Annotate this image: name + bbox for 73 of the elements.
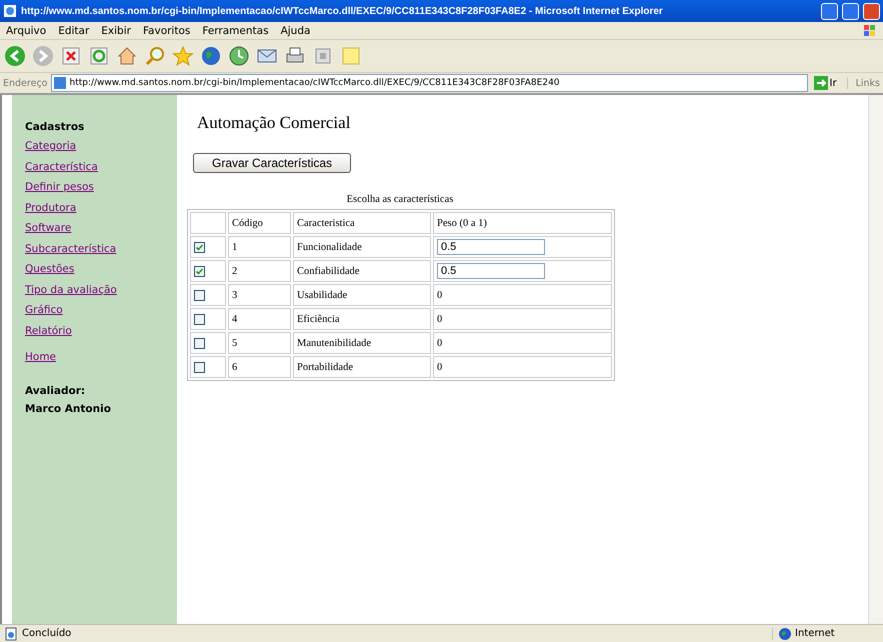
home-icon[interactable] [116,45,138,67]
table-cell: 6 [228,356,291,378]
save-button[interactable]: Gravar Características [193,153,352,173]
sidebar-link[interactable]: Definir pesos [25,177,177,198]
checkbox[interactable] [194,338,205,348]
globe-icon [779,628,791,640]
table-cell: Portabilidade [293,356,431,378]
checkbox[interactable] [194,266,205,276]
table-cell: Eficiência [293,308,431,330]
page-icon [54,77,66,89]
links-label[interactable]: Links [846,78,880,88]
maximize-button[interactable] [842,2,859,20]
table-cell: 0 [433,356,612,378]
sidebar-link[interactable]: Software [25,218,177,238]
checkbox[interactable] [194,362,205,372]
address-field[interactable]: http://www.md.santos.nom.br/cgi-bin/Implementacao/cIWTccMarco.dll/EXEC/9/CC811E343C8F28F03FA8E240 [51,74,808,92]
sidebar-link[interactable]: Relatório [25,320,177,341]
sidebar-link[interactable]: Característica [25,156,177,177]
sidebar-link[interactable]: Questões [25,259,177,280]
menu-item[interactable]: Editar [58,24,90,36]
weight-field[interactable]: 0.5 [437,239,545,255]
status-text: Concluído [22,628,72,639]
sidebar-link[interactable]: Produtora [25,198,177,218]
window-title: http://www.md.santos.nom.br/cgi-bin/Implementacao/cIWTccMarco.dll/EXEC/9/CC811E343C8F28F03FA8E2 - Microsoft Internet Explorer [21,6,664,16]
table-cell: Confiabilidade [293,260,431,282]
go-button[interactable]: Ir [812,76,843,90]
sidebar-link[interactable]: Categoria [25,136,177,156]
column-header: Código [228,212,291,234]
menu-item[interactable]: Favoritos [142,24,190,36]
sidebar-link[interactable]: Gráfico [25,300,177,320]
evaluator-label: Avaliador: [25,384,86,398]
menu-item[interactable]: Exibir [101,24,131,36]
table-cell: 5 [228,332,291,354]
browser-icon [3,4,17,18]
menu-item[interactable]: Ferramentas [202,24,269,36]
history-icon[interactable] [228,45,250,67]
favorites-star-icon[interactable] [172,45,194,67]
table-caption: Escolha as características [346,194,454,205]
menu-item[interactable]: Arquivo [6,24,46,36]
column-header: Caracteristica [293,212,431,234]
menu-item[interactable]: Ajuda [280,24,310,36]
page-title: Automação Comercial [197,113,352,133]
stop-icon[interactable] [60,45,82,67]
evaluator-name: Marco Antonio [25,402,112,416]
table-cell: Funcionalidade [293,236,431,258]
table-cell: Manutenibilidade [293,332,431,354]
checkbox[interactable] [194,242,205,252]
sidebar-link[interactable]: Tipo da avaliação [25,280,177,300]
checkbox[interactable] [194,290,205,300]
back-icon[interactable] [4,45,26,67]
media-globe-icon[interactable] [200,45,222,67]
address-label: Endereço [3,78,48,88]
table-cell: Usabilidade [293,284,431,306]
column-header: Peso (0 a 1) [433,212,612,234]
table-cell: 4 [228,308,291,330]
weight-field[interactable]: 0.5 [437,263,545,279]
sidebar-link[interactable]: Subcaracterística [25,238,177,259]
table-cell: 2 [228,260,291,282]
home-link[interactable]: Home [25,347,177,368]
table-cell: 0 [433,332,612,354]
minimize-button[interactable] [821,2,838,20]
windows-logo-icon [863,24,877,38]
checkbox[interactable] [194,314,205,324]
sidebar-heading: Cadastros [25,121,86,133]
table-cell: 0 [433,284,612,306]
table-cell: 3 [228,284,291,306]
zone-label: Internet [795,628,835,639]
table-cell: 1 [228,236,291,258]
refresh-icon[interactable] [88,45,110,67]
page-icon [4,626,18,640]
table-cell: 0 [433,308,612,330]
close-button[interactable] [863,2,880,20]
search-icon[interactable] [144,45,166,67]
